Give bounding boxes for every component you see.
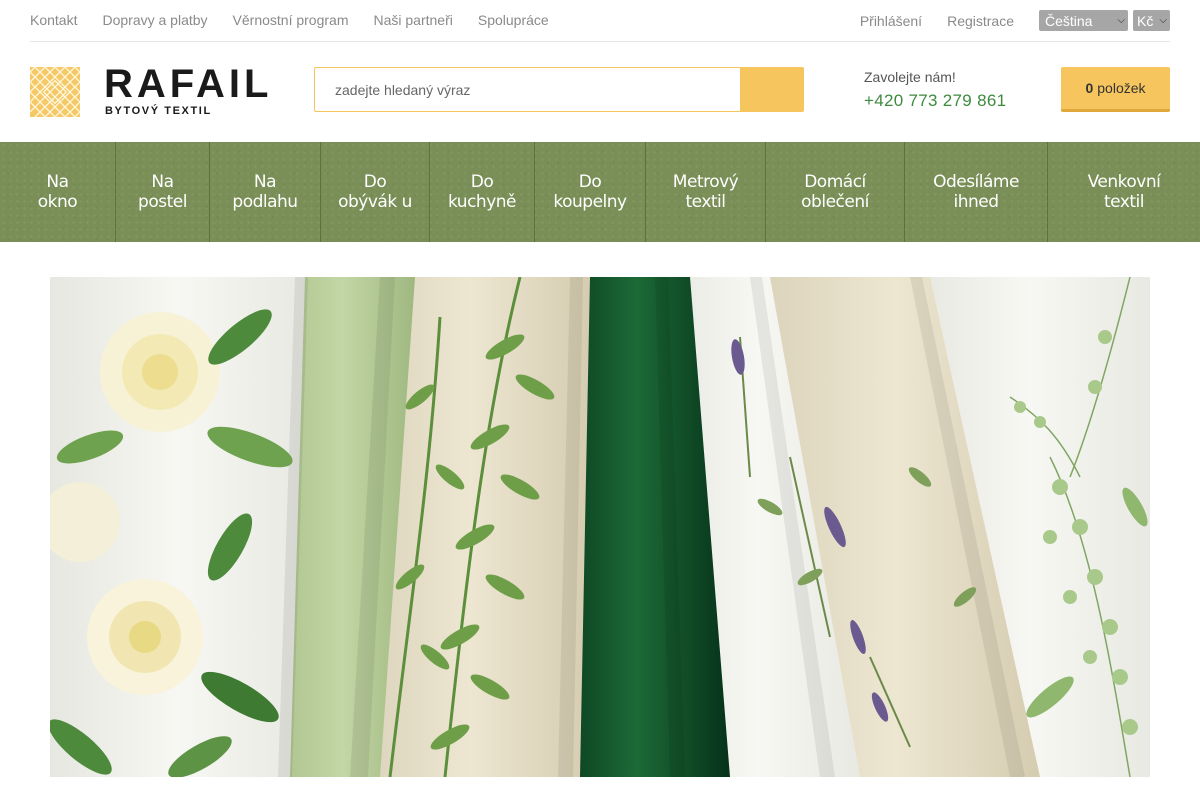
main-nav: Na okno Na postel Na podlahu Do obývák u… bbox=[0, 142, 1200, 242]
nav-item-na-podlahu[interactable]: Na podlahu bbox=[210, 142, 321, 242]
logo-name: RAFAIL bbox=[104, 62, 273, 106]
nav-item-venkovni-textil[interactable]: Venkovní textil bbox=[1048, 142, 1200, 242]
link-spoluprace[interactable]: Spolupráce bbox=[478, 12, 549, 28]
nav-item-label: Na okno bbox=[37, 172, 78, 212]
nav-item-label: Odesíláme ihned bbox=[933, 172, 1019, 212]
top-links: Kontakt Dopravy a platby Věrnostní progr… bbox=[30, 12, 574, 28]
link-dopravy-a-platby[interactable]: Dopravy a platby bbox=[102, 12, 207, 28]
hero-banner[interactable] bbox=[50, 277, 1150, 777]
search-bar bbox=[314, 67, 804, 112]
currency-select[interactable]: Kč ⌵ bbox=[1133, 10, 1170, 31]
top-bar: Kontakt Dopravy a platby Věrnostní progr… bbox=[30, 0, 1170, 42]
account-area: Přihlášení Registrace Čeština ⌵ Kč ⌵ bbox=[860, 10, 1170, 31]
login-link[interactable]: Přihlášení bbox=[860, 13, 922, 29]
cart-label: položek bbox=[1097, 80, 1146, 96]
contact-label: Zavolejte nám! bbox=[864, 69, 956, 85]
nav-item-domaci-obleceni[interactable]: Domácí oblečení bbox=[766, 142, 905, 242]
nav-item-label: Do koupelny bbox=[553, 172, 627, 212]
cart-count: 0 bbox=[1085, 80, 1094, 96]
site-logo[interactable]: RAFAIL BYTOVÝ TEXTIL bbox=[30, 62, 270, 118]
nav-item-metrovy-textil[interactable]: Metrový textil bbox=[646, 142, 766, 242]
link-kontakt[interactable]: Kontakt bbox=[30, 12, 77, 28]
register-link[interactable]: Registrace bbox=[947, 13, 1014, 29]
nav-item-label: Metrový textil bbox=[672, 172, 739, 212]
nav-item-odesilame-ihned[interactable]: Odesíláme ihned bbox=[905, 142, 1048, 242]
contact-block: Zavolejte nám! +420 773 279 861 bbox=[864, 69, 1006, 111]
link-nasi-partneri[interactable]: Naši partneři bbox=[374, 12, 453, 28]
nav-item-do-koupelny[interactable]: Do koupelny bbox=[535, 142, 646, 242]
contact-phone[interactable]: +420 773 279 861 bbox=[864, 91, 1006, 111]
nav-item-na-postel[interactable]: Na postel bbox=[116, 142, 210, 242]
currency-value: Kč bbox=[1137, 12, 1154, 29]
search-button[interactable] bbox=[740, 67, 804, 112]
nav-item-label: Do obývák u bbox=[338, 172, 412, 212]
link-vernostni-program[interactable]: Věrnostní program bbox=[233, 12, 349, 28]
logo-subtitle: BYTOVÝ TEXTIL bbox=[105, 105, 212, 117]
nav-item-do-kuchyne[interactable]: Do kuchyně bbox=[430, 142, 535, 242]
search-input[interactable] bbox=[314, 67, 740, 112]
nav-item-label: Na postel bbox=[138, 172, 187, 212]
language-value: Čeština bbox=[1045, 12, 1093, 29]
chevron-down-icon: ⌵ bbox=[1159, 15, 1167, 26]
nav-item-label: Venkovní textil bbox=[1087, 172, 1161, 212]
fabric-banner-image bbox=[50, 277, 1150, 777]
logo-mark-icon bbox=[30, 67, 80, 117]
chevron-down-icon: ⌵ bbox=[1117, 15, 1125, 26]
nav-item-do-obyvaku[interactable]: Do obývák u bbox=[321, 142, 430, 242]
nav-item-na-okno[interactable]: Na okno bbox=[0, 142, 116, 242]
nav-item-label: Na podlahu bbox=[232, 172, 298, 212]
nav-item-label: Do kuchyně bbox=[447, 172, 517, 212]
search-icon bbox=[772, 89, 773, 90]
nav-item-label: Domácí oblečení bbox=[801, 172, 869, 212]
language-select[interactable]: Čeština ⌵ bbox=[1039, 10, 1128, 31]
cart-button[interactable]: 0 položek bbox=[1061, 67, 1170, 112]
